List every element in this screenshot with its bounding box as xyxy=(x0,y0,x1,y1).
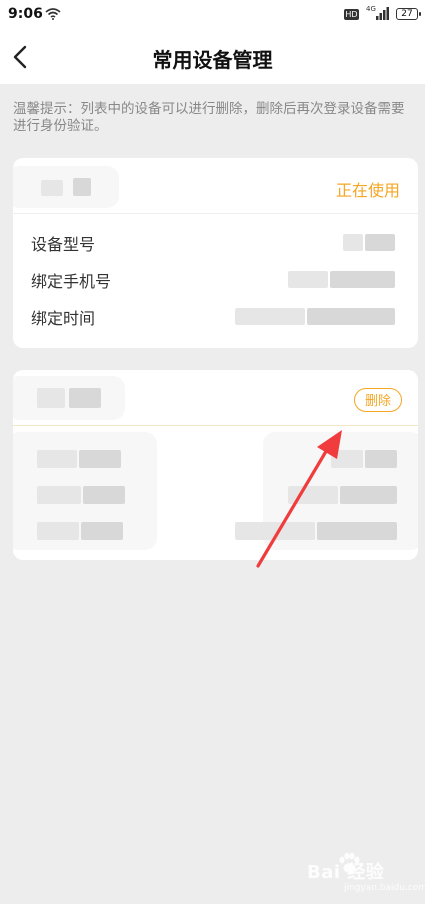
watermark-domain: jingyan.baidu.com xyxy=(344,883,425,893)
annotation-arrow xyxy=(256,430,342,568)
paw-icon xyxy=(339,852,360,873)
